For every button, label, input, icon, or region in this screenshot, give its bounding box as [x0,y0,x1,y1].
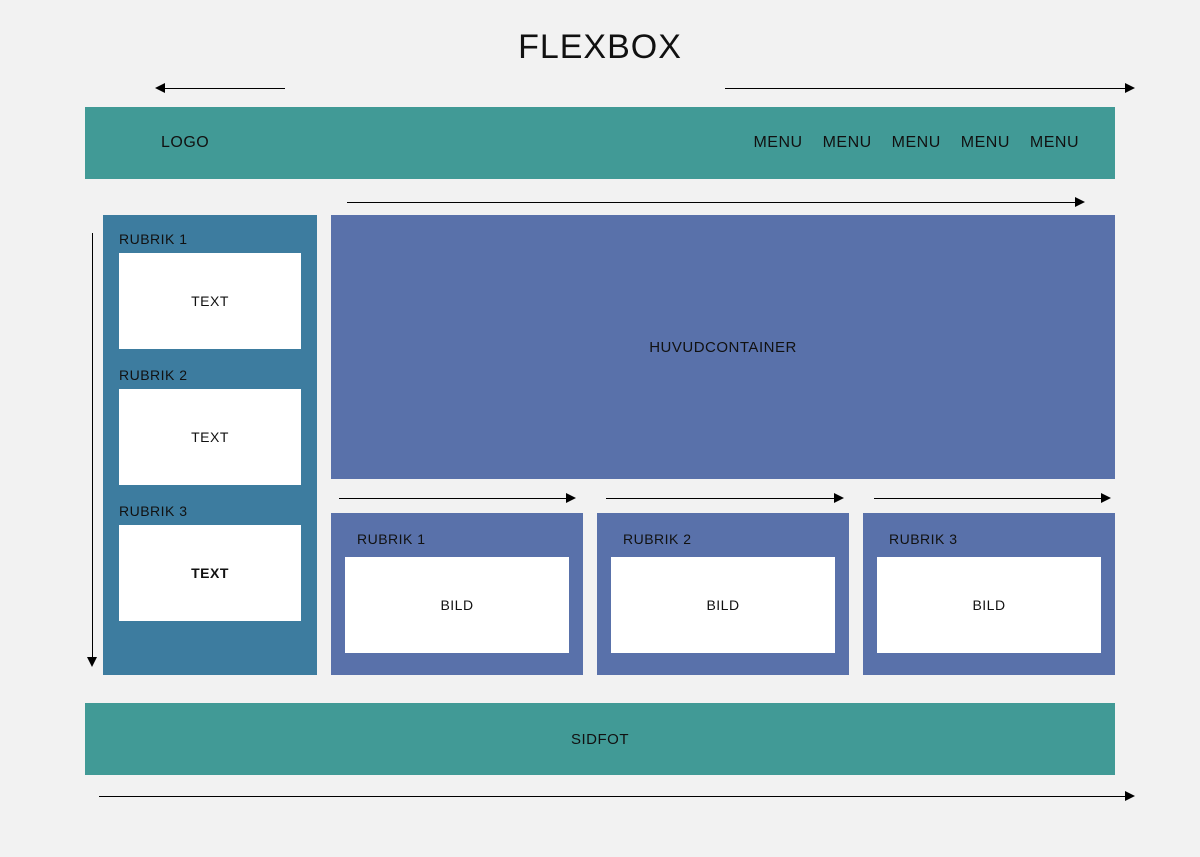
menu-item[interactable]: MENU [961,134,1010,152]
card-2: RUBRIK 2 BILD [597,513,849,675]
main-menu: MENU MENU MENU MENU MENU [753,134,1079,152]
cards-direction-arrows [331,491,1115,509]
sidebar-block-3: RUBRIK 3 TEXT [119,503,301,621]
sidebar-block-content: TEXT [119,525,301,621]
menu-item[interactable]: MENU [753,134,802,152]
menu-item[interactable]: MENU [892,134,941,152]
card-title: RUBRIK 1 [357,531,569,547]
header-bar: LOGO MENU MENU MENU MENU MENU [85,107,1115,179]
arrow-right-icon [598,491,847,505]
sidebar-block-1: RUBRIK 1 TEXT [119,231,301,349]
sidebar-block-2: RUBRIK 2 TEXT [119,367,301,485]
card-content: BILD [877,557,1101,653]
main-container-label: HUVUDCONTAINER [649,339,797,356]
footer-bar: SIDFOT [85,703,1115,775]
menu-item[interactable]: MENU [1030,134,1079,152]
main-container: HUVUDCONTAINER [331,215,1115,479]
card-title: RUBRIK 3 [889,531,1101,547]
card-content: BILD [345,557,569,653]
sidebar: RUBRIK 1 TEXT RUBRIK 2 TEXT RUBRIK 3 TEX… [103,215,317,675]
card-3: RUBRIK 3 BILD [863,513,1115,675]
sidebar-block-content: TEXT [119,389,301,485]
sidebar-block-title: RUBRIK 3 [119,503,301,519]
sidebar-block-content: TEXT [119,253,301,349]
header-direction-arrows [85,81,1115,101]
sidebar-direction-arrow [85,215,99,675]
card-1: RUBRIK 1 BILD [331,513,583,675]
arrow-right-icon [866,491,1115,505]
cards-row: RUBRIK 1 BILD RUBRIK 2 BILD RUBRIK 3 BIL… [331,513,1115,675]
card-content: BILD [611,557,835,653]
card-title: RUBRIK 2 [623,531,835,547]
footer-direction-arrow [85,783,1115,805]
page-title: FLEXBOX [85,28,1115,67]
sidebar-block-title: RUBRIK 1 [119,231,301,247]
menu-item[interactable]: MENU [823,134,872,152]
main-direction-arrow [85,189,1115,213]
sidebar-block-title: RUBRIK 2 [119,367,301,383]
logo-label: LOGO [161,134,209,152]
arrow-right-icon [331,491,580,505]
footer-label: SIDFOT [571,731,629,748]
